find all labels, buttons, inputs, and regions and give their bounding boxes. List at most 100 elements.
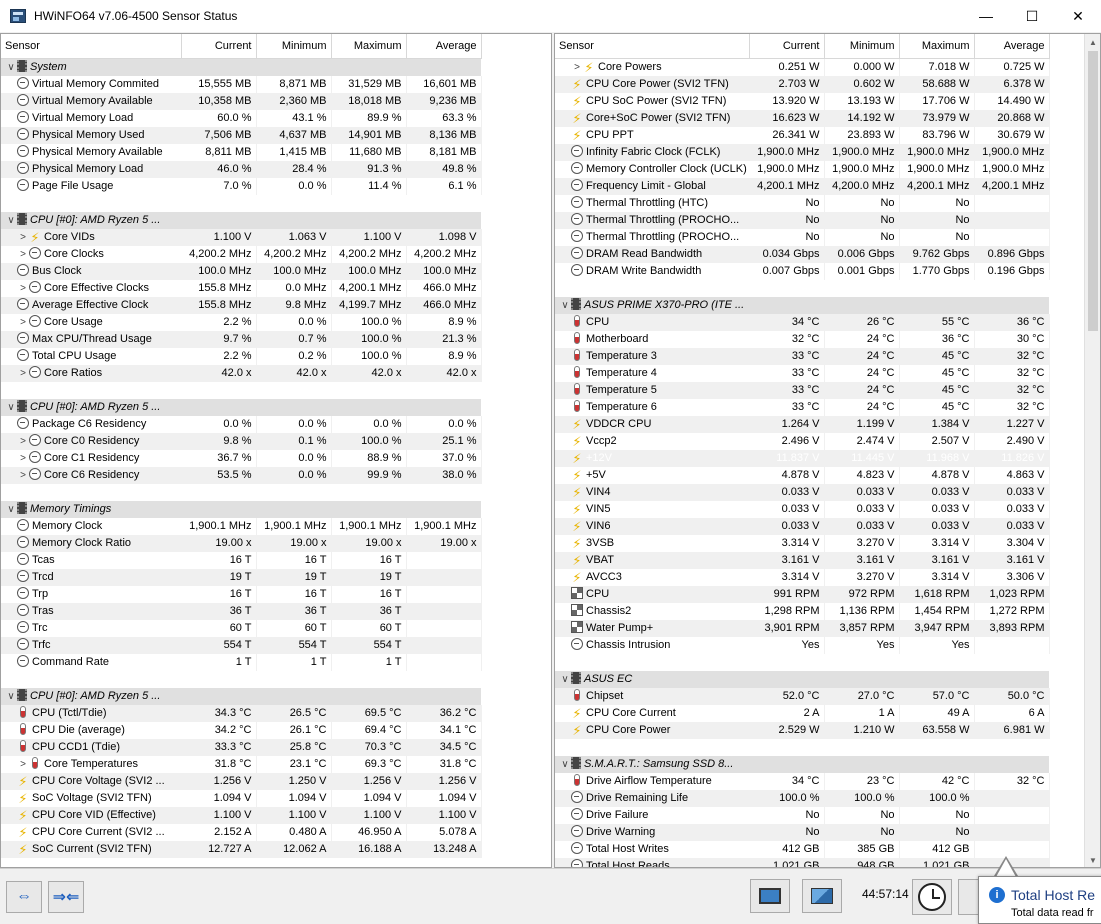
sensor-row[interactable]: ⚡ SoC Voltage (SVI2 TFN) 1.094 V 1.094 V 1.0… [1,790,482,807]
expand-chevron-icon[interactable]: > [571,59,583,76]
sensor-row[interactable]: Total CPU Usage 2.2 % 0.2 % 100.0 % 8.9 % [1,348,482,365]
minimize-button[interactable]: — [963,0,1009,32]
column-header-minimum[interactable]: Minimum [824,34,900,59]
report-button[interactable] [750,879,790,913]
sensor-row[interactable]: > Core C0 Residency 9.8 % 0.1 % 100.0 % 25.1 … [1,433,482,450]
sensor-row[interactable]: > ⚡ Core VIDs 1.100 V 1.063 V 1.100 V 1.098 V [1,229,482,246]
sensor-row[interactable]: ⚡ CPU Core Power (SVI2 TFN) 2.703 W 0.602 W… [555,76,1050,93]
column-header-average[interactable]: Average [406,34,482,59]
sensor-row[interactable]: > Core Clocks 4,200.2 MHz 4,200.2 MHz 4,200.… [1,246,482,263]
column-header-current[interactable]: Current [749,34,825,59]
sensor-row[interactable]: ⚡ VIN6 0.033 V 0.033 V 0.033 V 0.033 V [555,518,1050,535]
sensor-row[interactable]: Tcas 16 T 16 T 16 T [1,552,482,569]
sensor-row[interactable]: Physical Memory Load 46.0 % 28.4 % 91.3 % 49… [1,161,482,178]
sensor-row[interactable]: ⚡ SoC Current (SVI2 TFN) 12.727 A 12.062 A1… [1,841,482,858]
scroll-up-arrow-icon[interactable]: ▲ [1085,34,1100,51]
sensor-row[interactable]: Infinity Fabric Clock (FCLK) 1,900.0 MHz 1… [555,144,1050,161]
sensor-row[interactable]: ⚡ CPU Core Power 2.529 W 1.210 W 63.558 W 6.9… [555,722,1050,739]
expand-chevron-icon[interactable]: > [17,280,29,297]
maximize-button[interactable]: ☐ [1009,0,1055,32]
sensor-row[interactable]: Water Pump+ 3,901 RPM 3,857 RPM 3,947 RPM 3,… [555,620,1050,637]
sensor-row[interactable]: Total Host Reads 1,021 GB 948 GB 1,021 GB [555,858,1050,867]
sensor-row[interactable]: ⚡ CPU Core VID (Effective) 1.100 V 1.100 V1… [1,807,482,824]
sensor-row[interactable]: Motherboard 32 °C 24 °C 36 °C 30 °C [555,331,1050,348]
sensor-row[interactable]: > Core Effective Clocks 155.8 MHz 0.0 MHz 4,… [1,280,482,297]
sensor-group-header[interactable]: ∨ ASUS PRIME X370-PRO (ITE ... [555,297,1049,314]
column-header-current[interactable]: Current [181,34,257,59]
sensor-row[interactable]: Virtual Memory Load 60.0 % 43.1 % 89.9 % 63.… [1,110,482,127]
expand-chevron-icon[interactable]: > [17,314,29,331]
sensor-group-header[interactable]: ∨ ASUS EC [555,671,1049,688]
sensor-row[interactable]: Memory Clock 1,900.1 MHz 1,900.1 MHz 1,900.… [1,518,482,535]
collapse-chevron-icon[interactable]: ∨ [5,501,17,518]
right-scrollbar[interactable]: ▲ ▼ [1084,34,1100,867]
sensor-row[interactable]: Virtual Memory Commited 15,555 MB 8,871 MB… [1,76,482,93]
collapse-chevron-icon[interactable]: ∨ [5,59,17,76]
sensor-row[interactable]: Drive Warning No No No [555,824,1050,841]
column-header-maximum[interactable]: Maximum [899,34,975,59]
sensor-row[interactable]: Trp 16 T 16 T 16 T [1,586,482,603]
sensor-row[interactable]: Drive Airflow Temperature 34 °C 23 °C 42 °C… [555,773,1050,790]
sensor-row[interactable]: ⚡ CPU Core Voltage (SVI2 ... 1.256 V 1.250 … [1,773,482,790]
sensor-group-header[interactable]: ∨ CPU [#0]: AMD Ryzen 5 ... [1,688,481,705]
sensor-row[interactable]: Chassis Intrusion Yes Yes Yes [555,637,1050,654]
sensor-row[interactable]: Temperature 6 33 °C 24 °C 45 °C 32 °C [555,399,1050,416]
sensor-row[interactable]: Thermal Throttling (PROCHO... No No No [555,229,1050,246]
sensor-row[interactable]: CPU 991 RPM 972 RPM 1,618 RPM 1,023 RPM [555,586,1050,603]
sensor-group-header[interactable]: ∨ CPU [#0]: AMD Ryzen 5 ... [1,212,481,229]
right-sensor-pane[interactable]: Sensor Current Minimum Maximum Average >… [554,33,1101,868]
sensor-row[interactable]: Memory Controller Clock (UCLK) 1,900.0 MH… [555,161,1050,178]
sensor-row[interactable]: Frequency Limit - Global 4,200.1 MHz 4,200… [555,178,1050,195]
column-header-sensor[interactable]: Sensor [555,34,750,59]
sensor-row[interactable]: Chipset 52.0 °C 27.0 °C 57.0 °C 50.0 °C [555,688,1050,705]
collapse-chevron-icon[interactable]: ∨ [559,756,571,773]
expand-chevron-icon[interactable]: > [17,433,29,450]
sensor-row[interactable]: Trfc 554 T 554 T 554 T [1,637,482,654]
sensor-group-header[interactable]: ∨ System [1,58,481,76]
sensor-row[interactable]: Trc 60 T 60 T 60 T [1,620,482,637]
sensor-group-header[interactable]: ∨ Memory Timings [1,501,481,518]
sensor-row[interactable]: ⚡ VDDCR CPU 1.264 V 1.199 V 1.384 V 1.227 V [555,416,1050,433]
sensor-row[interactable]: ⚡ Core+SoC Power (SVI2 TFN) 16.623 W 14.192… [555,110,1050,127]
sensor-row[interactable]: CPU Die (average) 34.2 °C 26.1 °C 69.4 °C 34… [1,722,482,739]
sensor-row[interactable]: Page File Usage 7.0 % 0.0 % 11.4 % 6.1 % [1,178,482,195]
sensor-row[interactable]: ⚡ CPU Core Current 2 A1 A 49 A6 A [555,705,1050,722]
collapse-chevron-icon[interactable]: ∨ [5,399,17,416]
column-header-sensor[interactable]: Sensor [1,34,182,59]
sensor-row[interactable]: Memory Clock Ratio 19.00 x 19.00 x 19.00 x1… [1,535,482,552]
column-header-average[interactable]: Average [974,34,1050,59]
sensor-row[interactable]: Temperature 5 33 °C 24 °C 45 °C 32 °C [555,382,1050,399]
left-sensor-pane[interactable]: Sensor Current Minimum Maximum Average ∨… [0,33,552,868]
sensor-row[interactable]: ⚡ VBAT 3.161 V 3.161 V 3.161 V 3.161 V [555,552,1050,569]
sensor-row[interactable]: ⚡ VIN5 0.033 V 0.033 V 0.033 V 0.033 V [555,501,1050,518]
expand-chevron-icon[interactable]: > [17,229,29,246]
sensor-group-header[interactable]: ∨ CPU [#0]: AMD Ryzen 5 ... [1,399,481,416]
expand-collapse-button[interactable]: ⇔ [6,881,42,913]
sensor-row[interactable]: > Core C1 Residency 36.7 % 0.0 % 88.9 % 37.0 … [1,450,482,467]
sensor-row[interactable]: Thermal Throttling (PROCHO... No No No [555,212,1050,229]
layout-toggle-button[interactable]: ⇒⇐ [48,881,84,913]
column-header-minimum[interactable]: Minimum [256,34,332,59]
sensor-row[interactable]: ⚡ +5V 4.878 V 4.823 V 4.878 V 4.863 V [555,467,1050,484]
expand-chevron-icon[interactable]: > [17,467,29,484]
sensor-row[interactable]: Tras 36 T 36 T 36 T [1,603,482,620]
sensor-row[interactable]: Thermal Throttling (HTC) No No No [555,195,1050,212]
sensor-row[interactable]: Chassis2 1,298 RPM 1,136 RPM 1,454 RPM 1,272… [555,603,1050,620]
sensor-row[interactable]: > ⚡ Core Powers 0.251 W 0.000 W 7.018 W 0.725 … [555,58,1050,76]
expand-chevron-icon[interactable]: > [17,365,29,382]
sensor-row[interactable]: ⚡ VIN4 0.033 V 0.033 V 0.033 V 0.033 V [555,484,1050,501]
reset-timer-button[interactable] [912,879,952,915]
sensor-row[interactable]: Drive Failure No No No [555,807,1050,824]
sensor-row[interactable]: Temperature 4 33 °C 24 °C 45 °C 32 °C [555,365,1050,382]
sensor-row[interactable]: ⚡ +12V 11.837 V 11.445 V 11.968 V 11.826 V [555,450,1050,467]
sensor-row[interactable]: ⚡ CPU PPT 26.341 W 23.893 W 83.796 W 30.679 W [555,127,1050,144]
collapse-chevron-icon[interactable]: ∨ [559,297,571,314]
sensor-row[interactable]: Trcd 19 T 19 T 19 T [1,569,482,586]
sensor-row[interactable]: Physical Memory Available 8,811 MB 1,415 M… [1,144,482,161]
sensor-row[interactable]: > Core Temperatures 31.8 °C 23.1 °C 69.3 °C 3… [1,756,482,773]
sensor-row[interactable]: Package C6 Residency 0.0 % 0.0 % 0.0 % 0.0 % [1,416,482,433]
sensor-row[interactable]: Max CPU/Thread Usage 9.7 % 0.7 % 100.0 % 21.… [1,331,482,348]
sensor-row[interactable]: ⚡ 3VSB 3.314 V 3.270 V 3.314 V 3.304 V [555,535,1050,552]
sensor-row[interactable]: Average Effective Clock 155.8 MHz 9.8 MHz 4… [1,297,482,314]
sensor-group-header[interactable]: ∨ S.M.A.R.T.: Samsung SSD 8... [555,756,1049,773]
